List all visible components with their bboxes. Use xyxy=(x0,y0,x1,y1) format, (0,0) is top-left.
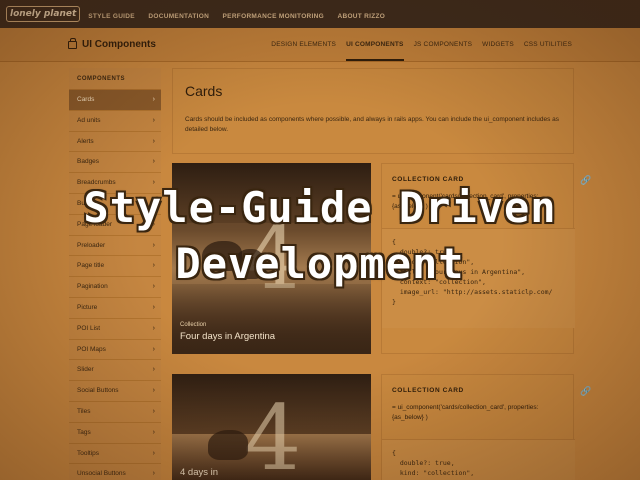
nav-link-style-guide[interactable]: STYLE GUIDE xyxy=(88,13,135,20)
section-header: UI Components DESIGN ELEMENTS UI COMPONE… xyxy=(0,28,640,62)
sidebar-item-label: POI List xyxy=(77,324,101,332)
sidebar-item-tooltips[interactable]: Tooltips › xyxy=(69,444,161,465)
sidebar-item-alerts[interactable]: Alerts › xyxy=(69,132,161,153)
chevron-right-icon: › xyxy=(152,116,155,124)
headline-line-2: Development xyxy=(175,239,465,288)
sidebar-item-picture[interactable]: Picture › xyxy=(69,298,161,319)
page-description: Cards should be included as components w… xyxy=(185,116,559,133)
link-icon[interactable]: 🔗 xyxy=(580,386,591,396)
sidebar-item-poi-maps[interactable]: POI Maps › xyxy=(69,340,161,361)
chevron-right-icon: › xyxy=(152,96,155,103)
sidebar-item-label: Tags xyxy=(77,428,91,436)
collection-card-preview[interactable]: 4 4 days in xyxy=(172,374,371,480)
sidebar-item-unsocial-buttons[interactable]: Unsocial Buttons › xyxy=(69,464,161,480)
sidebar-item-label: Unsocial Buttons xyxy=(77,470,126,478)
section-title: UI Components xyxy=(68,37,156,50)
card-caption-title: 4 days in xyxy=(180,467,219,478)
headline-line-1: Style-Guide Driven xyxy=(83,183,557,232)
sidebar-item-tags[interactable]: Tags › xyxy=(69,423,161,444)
card-caption-kind: Collection xyxy=(180,322,207,328)
chevron-right-icon: › xyxy=(152,137,155,145)
sidebar-item-label: Tiles xyxy=(77,407,91,415)
sidebar-item-cards[interactable]: Cards › xyxy=(69,90,161,111)
chevron-right-icon: › xyxy=(152,407,155,415)
sidebar-item-label: Tooltips xyxy=(77,449,100,457)
chevron-right-icon: › xyxy=(152,366,155,374)
chevron-right-icon: › xyxy=(152,345,155,353)
nav-link-documentation[interactable]: DOCUMENTATION xyxy=(148,13,209,20)
sidebar-item-social-buttons[interactable]: Social Buttons › xyxy=(69,381,161,402)
chevron-right-icon: › xyxy=(152,387,155,395)
rider-silhouette xyxy=(208,430,248,460)
nav-link-about-rizzo[interactable]: ABOUT RIZZO xyxy=(337,13,385,20)
chevron-right-icon: › xyxy=(152,303,155,311)
top-nav-links: STYLE GUIDE DOCUMENTATION PERFORMANCE MO… xyxy=(88,5,394,23)
section-title-text: UI Components xyxy=(82,39,156,50)
tab-css-utilities[interactable]: CSS UTILITIES xyxy=(524,28,572,61)
sidebar-item-tiles[interactable]: Tiles › xyxy=(69,402,161,423)
code-panel-call: = ui_component('cards/collection_card', … xyxy=(392,404,539,421)
sidebar-item-ad-units[interactable]: Ad units › xyxy=(69,111,161,132)
sidebar-item-label: Ad units xyxy=(77,116,101,124)
tab-widgets[interactable]: WIDGETS xyxy=(482,28,514,61)
chevron-right-icon: › xyxy=(152,324,155,332)
sidebar-item-badges[interactable]: Badges › xyxy=(69,152,161,174)
chevron-right-icon: › xyxy=(152,428,155,436)
chevron-right-icon: › xyxy=(152,470,155,478)
sidebar-item-label: POI Maps xyxy=(77,345,106,353)
tab-js-components[interactable]: JS COMPONENTS xyxy=(414,28,473,61)
nav-link-performance-monitoring[interactable]: PERFORMANCE MONITORING xyxy=(223,13,324,20)
sidebar-item-label: Badges xyxy=(77,158,100,166)
code-panel-title: COLLECTION CARD xyxy=(392,387,464,394)
lonely-planet-logo[interactable]: lonely planet xyxy=(6,6,81,22)
top-navigation-bar: lonely planet STYLE GUIDE DOCUMENTATION … xyxy=(0,0,640,28)
sidebar-item-label: Cards xyxy=(77,96,95,103)
collection-card-code-panel: COLLECTION CARD = ui_component('cards/co… xyxy=(381,374,575,480)
headline-overlay: Style-Guide Driven Development xyxy=(0,180,640,292)
sidebar-item-slider[interactable]: Slider › xyxy=(69,360,161,382)
chevron-right-icon: › xyxy=(152,449,155,457)
sidebar-item-label: Alerts xyxy=(77,137,94,145)
sidebar-item-label: Social Buttons xyxy=(77,387,119,395)
briefcase-icon xyxy=(68,37,77,49)
sidebar-item-label: Picture xyxy=(77,303,98,311)
page-title: Cards xyxy=(185,83,223,99)
tab-ui-components[interactable]: UI COMPONENTS xyxy=(346,28,404,61)
section-tabs: DESIGN ELEMENTS UI COMPONENTS JS COMPONE… xyxy=(271,28,572,61)
intro-panel: Cards Cards should be included as compon… xyxy=(172,68,574,154)
sidebar-item-label: Slider xyxy=(77,366,94,374)
tab-design-elements[interactable]: DESIGN ELEMENTS xyxy=(271,28,336,61)
code-snippet: { double?: true, kind: "collection", xyxy=(382,439,575,480)
chevron-right-icon: › xyxy=(152,158,155,166)
card-number-graphic: 4 xyxy=(244,386,302,480)
sidebar-heading: COMPONENTS xyxy=(69,68,161,90)
sidebar-item-poi-list[interactable]: POI List › xyxy=(69,319,161,340)
card-caption-title: Four days in Argentina xyxy=(180,331,276,342)
card-image-ground xyxy=(172,284,371,354)
